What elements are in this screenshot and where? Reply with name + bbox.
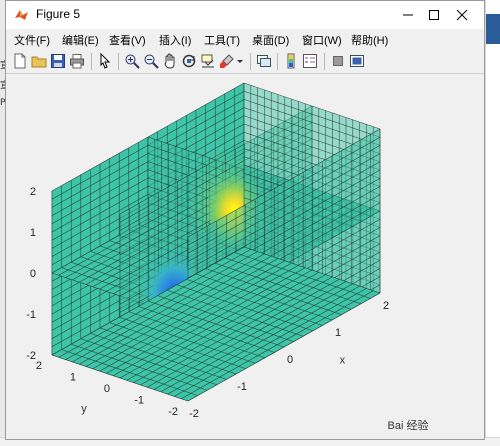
x-tick-label: 0 <box>287 354 293 366</box>
y-tick-label: 2 <box>36 360 42 372</box>
data-cursor-icon[interactable] <box>200 53 216 69</box>
x-tick-label: 1 <box>335 327 341 339</box>
watermark-text: Bai 经验 <box>388 418 429 432</box>
z-tick-label: -1 <box>26 309 36 321</box>
menu-desktop[interactable]: 桌面(D) <box>252 32 289 48</box>
menu-tools[interactable]: 工具(T) <box>204 32 240 48</box>
pan-hand-icon[interactable] <box>162 53 178 69</box>
menu-help[interactable]: 帮助(H) <box>351 32 388 48</box>
menu-file[interactable]: 文件(F) <box>14 32 50 48</box>
open-file-icon[interactable] <box>31 53 47 69</box>
brush-dropdown-icon[interactable] <box>235 53 245 69</box>
show-plot-tools-icon[interactable] <box>349 53 365 69</box>
edit-plot-arrow-icon[interactable] <box>97 53 113 69</box>
x-tick-label: -1 <box>237 381 247 393</box>
x-tick-label: 2 <box>383 300 389 312</box>
z-tick-label: 0 <box>30 268 36 280</box>
brush-icon[interactable] <box>219 53 235 69</box>
menu-insert[interactable]: 插入(I) <box>159 32 191 48</box>
window-title: Figure 5 <box>36 7 81 21</box>
menu-window[interactable]: 窗口(W) <box>302 32 342 48</box>
z-tick-label: 1 <box>30 227 36 239</box>
new-figure-icon[interactable] <box>12 53 28 69</box>
zoom-in-icon[interactable] <box>124 53 140 69</box>
insert-colorbar-icon[interactable] <box>283 53 299 69</box>
figure-toolbar <box>6 50 484 74</box>
title-bar: Figure 5 <box>6 1 484 29</box>
matlab-logo-icon <box>15 10 28 20</box>
maximize-icon <box>429 10 439 20</box>
print-icon[interactable] <box>69 53 85 69</box>
slice-3d-plot[interactable]: -2-1012-2-1012-2-1012zyxBai 经验 <box>0 74 484 440</box>
close-icon <box>456 9 468 21</box>
x-axis-label: x <box>340 354 346 366</box>
figure-canvas[interactable]: -2-1012-2-1012-2-1012zyxBai 经验 <box>0 74 484 440</box>
background-app-strip-right <box>485 0 500 446</box>
insert-legend-icon[interactable] <box>302 53 318 69</box>
close-button[interactable] <box>440 1 484 29</box>
menu-bar: 文件(F) 编辑(E) 查看(V) 插入(I) 工具(T) 桌面(D) 窗口(W… <box>6 29 484 50</box>
y-tick-label: -1 <box>134 395 144 407</box>
hide-plot-tools-icon[interactable] <box>330 53 346 69</box>
save-icon[interactable] <box>50 53 66 69</box>
y-tick-label: 0 <box>104 383 110 395</box>
zoom-out-icon[interactable] <box>143 53 159 69</box>
menu-edit[interactable]: 编辑(E) <box>62 32 99 48</box>
x-tick-label: -2 <box>189 408 199 420</box>
figure-window: Figure 5 文件(F) 编辑(E) 查看(V) 插入(I) 工具(T) 桌… <box>0 0 485 440</box>
y-axis-label: y <box>81 403 87 415</box>
link-plot-icon[interactable] <box>256 53 272 69</box>
menu-view[interactable]: 查看(V) <box>109 32 146 48</box>
z-tick-label: 2 <box>30 186 36 198</box>
y-tick-label: 1 <box>70 372 76 384</box>
rotate-3d-icon[interactable] <box>181 53 197 69</box>
z-tick-label: -2 <box>26 350 36 362</box>
y-tick-label: -2 <box>168 406 178 418</box>
